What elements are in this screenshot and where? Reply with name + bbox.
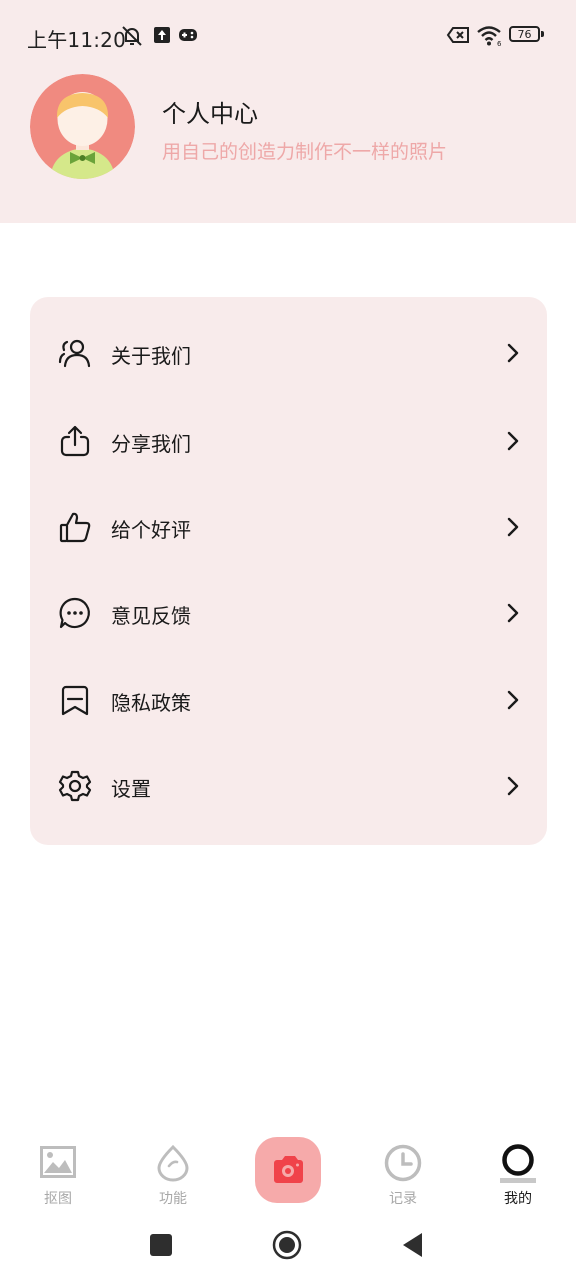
- image-icon: [40, 1146, 76, 1178]
- chevron-right-icon: [507, 431, 519, 451]
- system-nav-bar: [0, 1214, 576, 1280]
- menu-item-label: 分享我们: [111, 432, 191, 456]
- chat-bubble-icon: [59, 597, 90, 629]
- profile-ring-icon: [500, 1144, 536, 1183]
- menu-item-feedback[interactable]: 意见反馈: [30, 571, 547, 657]
- chevron-right-icon: [507, 776, 519, 796]
- page-title: 个人中心: [162, 100, 258, 128]
- camera-button[interactable]: [255, 1137, 321, 1203]
- bookmark-icon: [61, 685, 89, 716]
- clock-icon: [384, 1144, 422, 1182]
- wifi-icon: 6: [477, 26, 502, 48]
- sim-off-icon: [446, 27, 469, 43]
- recents-button[interactable]: [150, 1234, 172, 1256]
- chevron-right-icon: [507, 343, 519, 363]
- gamepad-icon: [179, 29, 197, 41]
- tab-cutout[interactable]: 抠图: [8, 1130, 108, 1214]
- home-button[interactable]: [272, 1230, 302, 1260]
- users-icon: [58, 339, 91, 368]
- tab-label: 抠图: [44, 1191, 72, 1207]
- chevron-right-icon: [507, 517, 519, 537]
- chevron-right-icon: [507, 603, 519, 623]
- menu-item-about-us[interactable]: 关于我们: [30, 311, 547, 397]
- camera-icon: [274, 1156, 303, 1183]
- menu-item-settings[interactable]: 设置: [30, 744, 547, 830]
- thumbs-up-icon: [59, 512, 91, 543]
- avatar-boy-icon: [30, 74, 135, 179]
- bell-muted-icon: [122, 26, 142, 46]
- tab-label: 我的: [504, 1191, 532, 1207]
- upload-icon: [154, 27, 170, 43]
- menu-item-rate-us[interactable]: 给个好评: [30, 485, 547, 571]
- drop-icon: [157, 1144, 189, 1182]
- share-icon: [60, 425, 90, 457]
- battery-icon: 76: [509, 26, 540, 42]
- menu-item-label: 意见反馈: [111, 604, 191, 628]
- tab-functions[interactable]: 功能: [123, 1130, 223, 1214]
- profile-subtitle: 用自己的创造力制作不一样的照片: [162, 141, 448, 163]
- gear-icon: [58, 770, 92, 802]
- battery-level: 76: [517, 28, 532, 41]
- tab-label: 记录: [389, 1191, 417, 1207]
- menu-item-label: 关于我们: [111, 344, 191, 368]
- menu-item-label: 设置: [111, 777, 151, 801]
- tab-mine[interactable]: 我的: [468, 1130, 568, 1214]
- svg-text:6: 6: [497, 40, 502, 48]
- menu-item-label: 隐私政策: [111, 691, 191, 715]
- avatar[interactable]: [30, 74, 135, 179]
- back-button[interactable]: [400, 1231, 424, 1259]
- battery-tip: [541, 31, 544, 37]
- menu-card: 关于我们 分享我们 给个好评 意见反馈 隐私政策 设置: [30, 297, 547, 845]
- status-time: 上午11:20: [27, 28, 127, 52]
- tab-label: 功能: [159, 1191, 187, 1207]
- profile-header: 上午11:20 6 76 个人中心 用自己的创造力制作不一样的照片: [0, 0, 576, 223]
- menu-item-label: 给个好评: [111, 518, 191, 542]
- menu-item-share-us[interactable]: 分享我们: [30, 399, 547, 485]
- chevron-right-icon: [507, 690, 519, 710]
- tab-records[interactable]: 记录: [353, 1130, 453, 1214]
- menu-item-privacy-policy[interactable]: 隐私政策: [30, 658, 547, 744]
- status-bar: 上午11:20 6 76: [0, 0, 576, 72]
